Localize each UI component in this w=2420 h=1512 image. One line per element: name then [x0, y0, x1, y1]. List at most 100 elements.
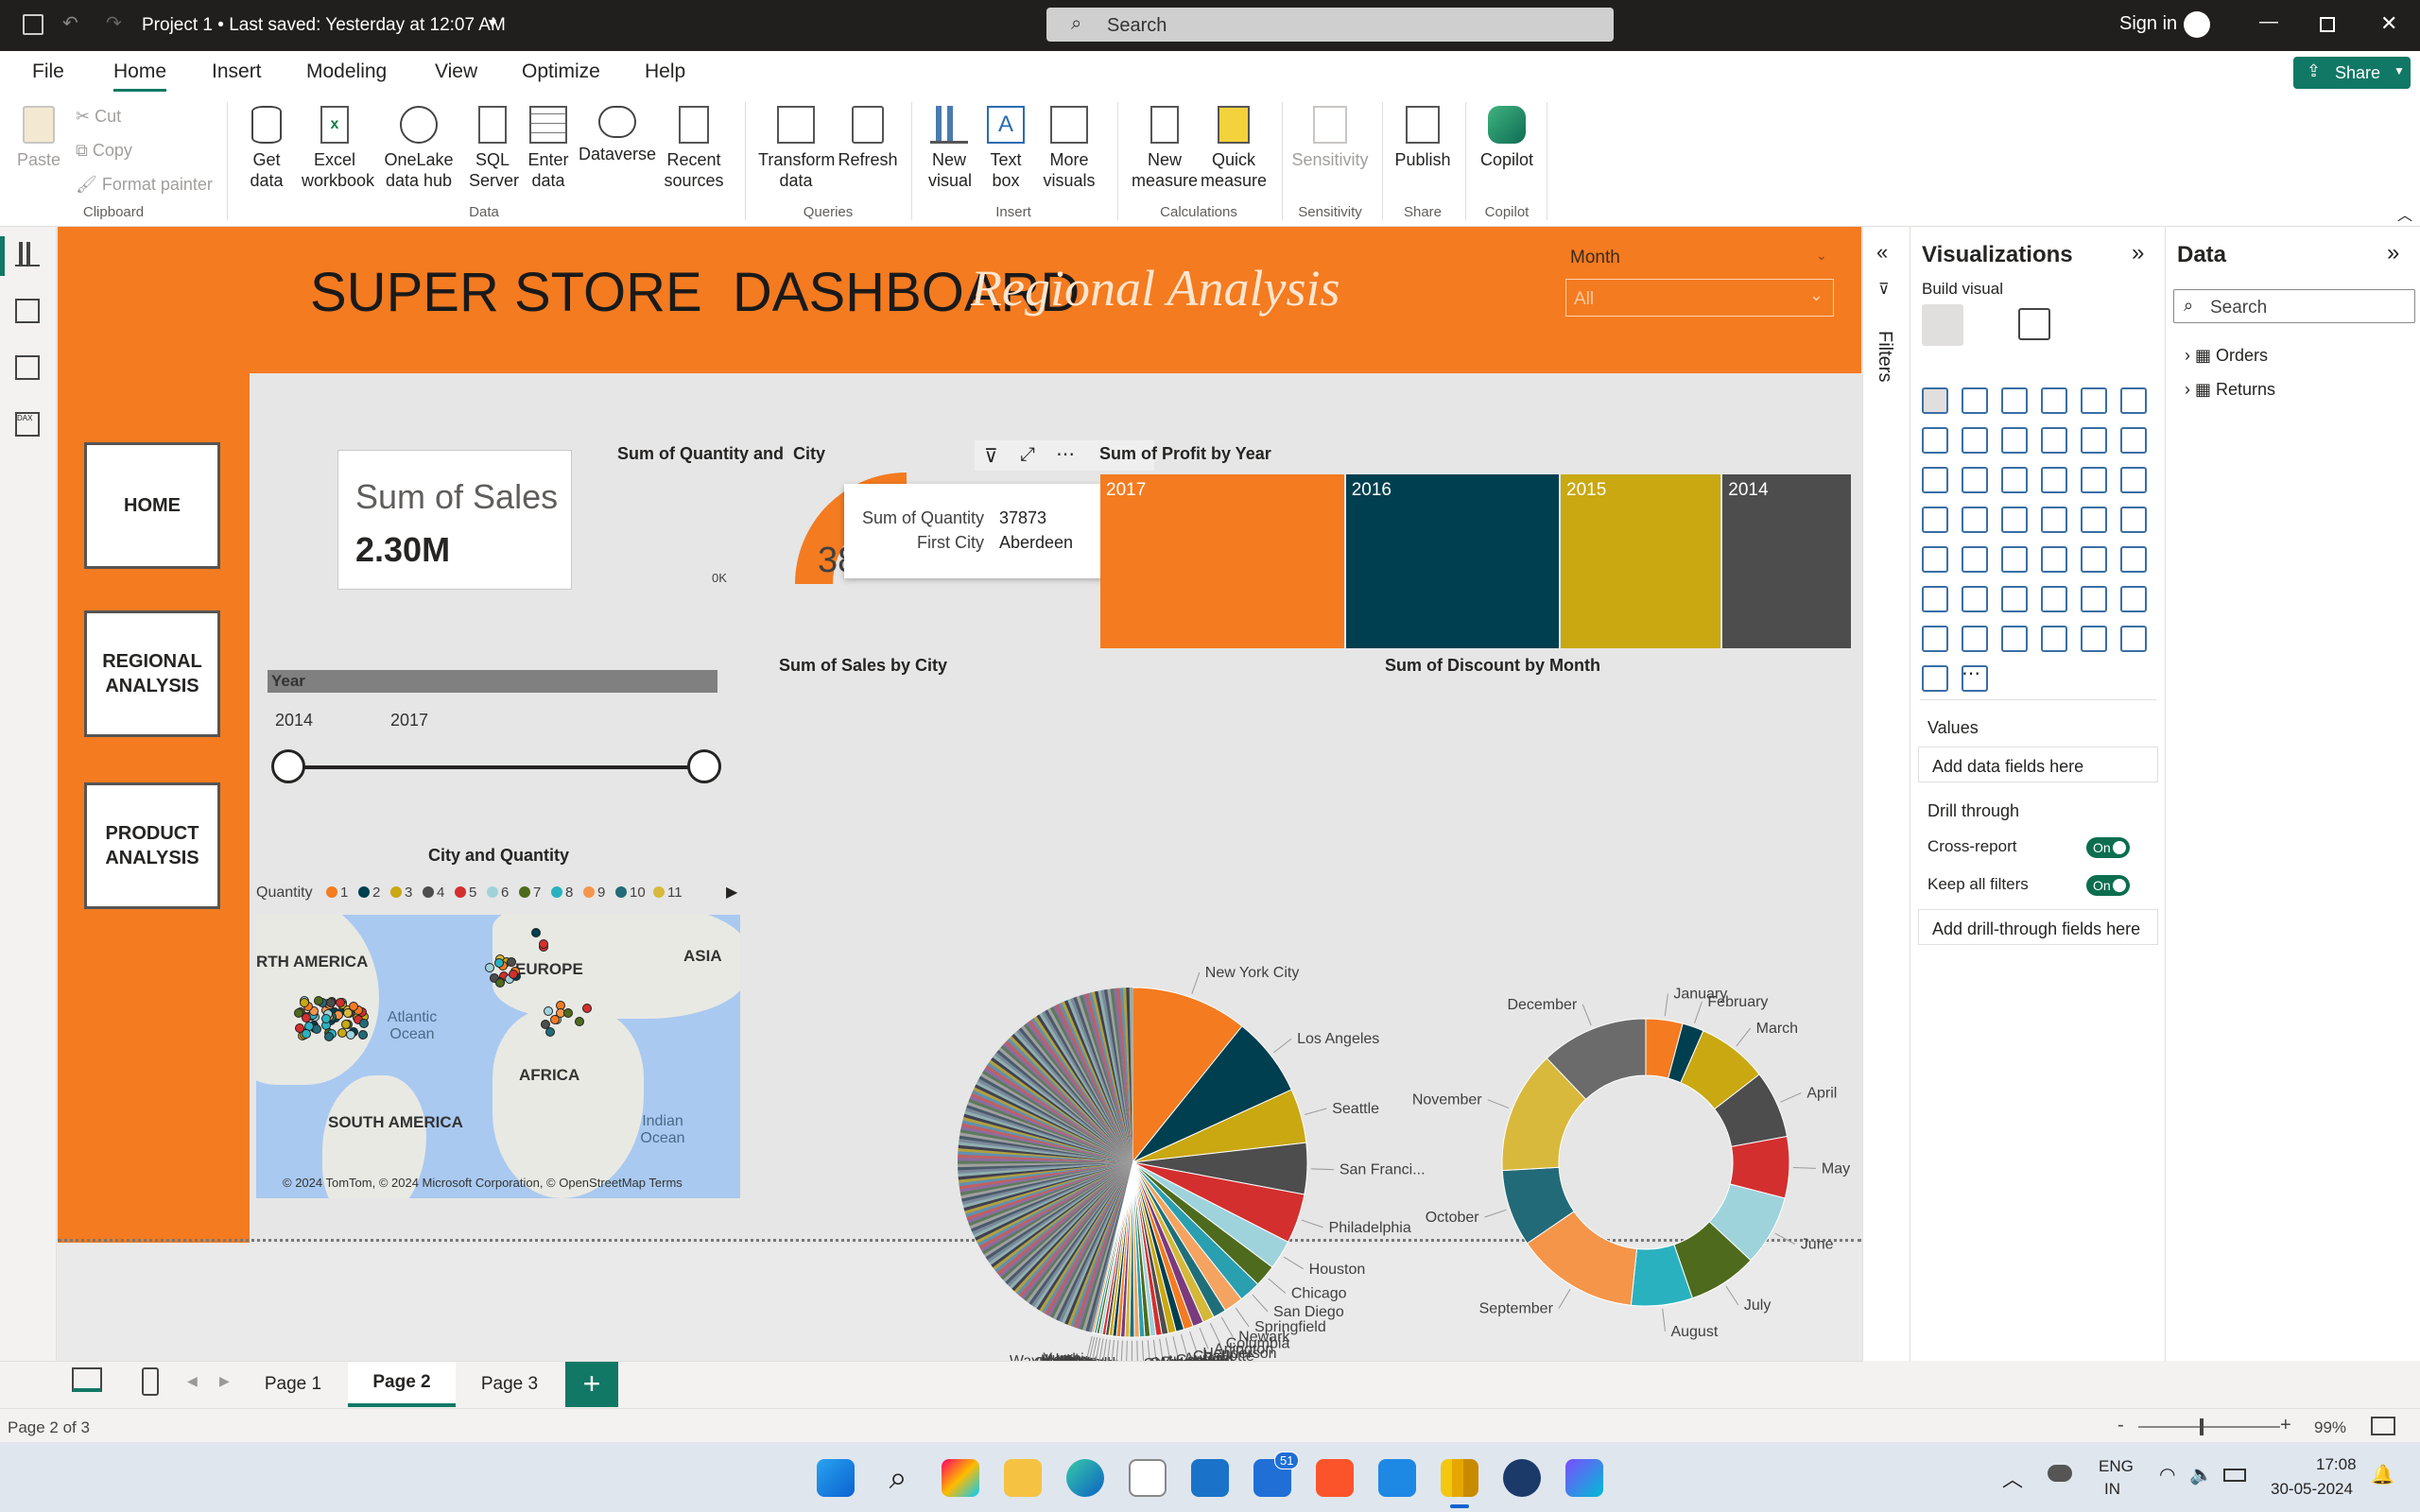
- map-bubble[interactable]: [544, 1005, 554, 1016]
- menu-view[interactable]: View: [435, 60, 477, 83]
- profit-block-2014[interactable]: 2014: [1722, 474, 1851, 648]
- wifi-icon[interactable]: ◠: [2159, 1463, 2175, 1486]
- visual-type-icon[interactable]: [2001, 467, 2028, 493]
- notification-bell-icon[interactable]: 🔔: [2371, 1463, 2394, 1486]
- year-slider-handle-end[interactable]: [687, 749, 721, 783]
- visual-type-icon[interactable]: [1962, 387, 1988, 414]
- visual-type-icon[interactable]: [1922, 626, 1948, 652]
- map-bubble[interactable]: [530, 928, 541, 938]
- nav-home-button[interactable]: HOME: [84, 442, 220, 569]
- format-visual-tab[interactable]: [2018, 308, 2050, 340]
- file-explorer-icon[interactable]: [1004, 1459, 1042, 1497]
- build-visual-tab[interactable]: [1922, 304, 1963, 346]
- visual-type-icon[interactable]: [1962, 467, 1988, 493]
- text-box-button[interactable]: A Text box: [979, 106, 1032, 191]
- profit-block-2015[interactable]: 2015: [1561, 474, 1721, 648]
- language-line2[interactable]: IN: [2104, 1480, 2120, 1499]
- nav-product-analysis-button[interactable]: PRODUCT ANALYSIS: [84, 782, 220, 909]
- map-legend-item[interactable]: 1: [326, 885, 348, 901]
- visual-type-icon[interactable]: [2041, 427, 2067, 454]
- project-title[interactable]: Project 1 • Last saved: Yesterday at 12:…: [142, 15, 506, 36]
- map-legend-item[interactable]: 3: [390, 885, 412, 901]
- visual-type-icon[interactable]: [1962, 586, 1988, 612]
- map-bubble[interactable]: [484, 963, 494, 973]
- transform-data-button[interactable]: Transform data: [756, 106, 836, 191]
- menu-modeling[interactable]: Modeling: [306, 60, 387, 83]
- zoom-slider[interactable]: [2138, 1426, 2280, 1428]
- visual-type-icon[interactable]: [2001, 546, 2028, 573]
- data-search-input[interactable]: ⌕ Search: [2173, 289, 2415, 323]
- visual-type-icon[interactable]: [1922, 546, 1948, 573]
- format-painter-button[interactable]: 🖌 Format painter: [76, 174, 213, 195]
- focus-mode-icon[interactable]: ⤢: [1020, 444, 1035, 466]
- desktop-layout-icon[interactable]: [72, 1367, 102, 1392]
- sql-server-button[interactable]: SQL Server: [465, 106, 520, 191]
- onedrive-icon[interactable]: [2048, 1465, 2072, 1482]
- profit-treemap[interactable]: 2017 2016 2015 2014: [1100, 474, 1853, 648]
- share-button[interactable]: ⇪ Share ▼: [2293, 57, 2411, 89]
- menu-help[interactable]: Help: [645, 60, 685, 83]
- visual-type-icon[interactable]: [2120, 507, 2147, 533]
- visual-type-icon[interactable]: [2041, 467, 2067, 493]
- menu-insert[interactable]: Insert: [212, 60, 262, 83]
- visual-type-icon[interactable]: [2081, 467, 2107, 493]
- map-legend-item[interactable]: 10: [615, 885, 646, 901]
- visual-type-icon[interactable]: [2001, 387, 2028, 414]
- onelake-button[interactable]: OneLake data hub: [378, 106, 459, 191]
- visual-type-icon[interactable]: [2081, 507, 2107, 533]
- excel-workbook-button[interactable]: x Excel workbook: [295, 106, 374, 191]
- zoom-out-icon[interactable]: -: [2118, 1415, 2124, 1436]
- map-legend-item[interactable]: 2: [358, 885, 380, 901]
- profit-block-2016[interactable]: 2016: [1345, 474, 1560, 648]
- fit-page-icon[interactable]: [2371, 1417, 2395, 1435]
- clock-time[interactable]: 17:08: [2316, 1455, 2357, 1474]
- user-icon[interactable]: [2184, 11, 2210, 38]
- visual-type-icon[interactable]: [1962, 626, 1988, 652]
- collapse-ribbon-icon[interactable]: ︿: [2397, 202, 2412, 225]
- page-tab-1[interactable]: Page 1: [236, 1362, 350, 1407]
- more-options-icon[interactable]: ⋯: [1056, 442, 1075, 466]
- map-legend-item[interactable]: 5: [455, 885, 476, 901]
- visual-type-icon[interactable]: [1922, 427, 1948, 454]
- visual-type-icon[interactable]: [2041, 387, 2067, 414]
- undo-icon[interactable]: ↶: [62, 11, 78, 35]
- map-legend-item[interactable]: 4: [423, 885, 444, 901]
- keep-filters-toggle[interactable]: On: [2086, 875, 2130, 896]
- start-icon[interactable]: [817, 1459, 855, 1497]
- map-bubble[interactable]: [326, 997, 337, 1007]
- visual-type-icon[interactable]: [2081, 546, 2107, 573]
- map-bubble[interactable]: [494, 977, 505, 988]
- visual-type-icon[interactable]: [2001, 586, 2028, 612]
- kpi-card[interactable]: Sum of Sales 2.30M: [337, 450, 572, 590]
- add-page-button[interactable]: +: [565, 1362, 618, 1407]
- map-legend-item[interactable]: 7: [519, 885, 541, 901]
- scroll-right-icon[interactable]: ▶: [219, 1373, 230, 1389]
- year-slider-track[interactable]: [288, 765, 704, 769]
- visual-type-icon[interactable]: [2041, 507, 2067, 533]
- clock-date[interactable]: 30-05-2024: [2271, 1480, 2353, 1499]
- visual-type-icon[interactable]: [1962, 507, 1988, 533]
- map-bubble[interactable]: [357, 1030, 368, 1040]
- visual-type-icon[interactable]: [1962, 546, 1988, 573]
- expand-filters-icon[interactable]: «: [1876, 240, 1888, 265]
- more-visuals-button[interactable]: More visuals: [1036, 106, 1102, 191]
- refresh-button[interactable]: Refresh: [836, 106, 900, 170]
- copy-button[interactable]: ⧉ Copy: [76, 140, 132, 161]
- copilot-button[interactable]: Copilot: [1473, 106, 1541, 170]
- visual-type-icon[interactable]: [1922, 387, 1948, 414]
- visual-type-icon[interactable]: [2081, 586, 2107, 612]
- menu-optimize[interactable]: Optimize: [522, 60, 600, 83]
- visual-type-icon[interactable]: [2041, 586, 2067, 612]
- mail-icon[interactable]: 51: [1253, 1452, 1300, 1497]
- defender-icon[interactable]: [1191, 1459, 1229, 1497]
- close-icon[interactable]: ✕: [2380, 11, 2397, 36]
- filter-icon[interactable]: ⊽: [984, 444, 998, 468]
- cut-button[interactable]: ✂ Cut: [76, 106, 121, 127]
- visual-type-icon[interactable]: [1922, 507, 1948, 533]
- visual-type-icon[interactable]: [1922, 467, 1948, 493]
- visual-type-icon[interactable]: [2081, 387, 2107, 414]
- get-data-button[interactable]: Get data: [238, 106, 295, 191]
- maximize-icon[interactable]: [2320, 17, 2335, 32]
- map-legend-item[interactable]: 6: [487, 885, 509, 901]
- map-bubble[interactable]: [299, 997, 309, 1007]
